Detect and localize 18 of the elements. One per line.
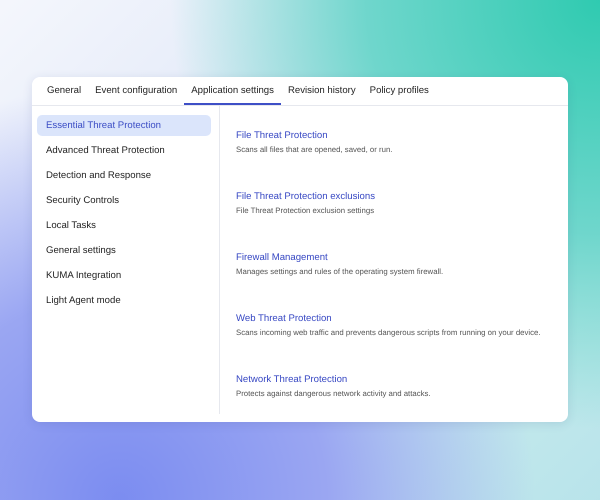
sidebar-item[interactable]: Local Tasks (37, 215, 211, 236)
sidebar-item[interactable]: Light Agent mode (37, 290, 211, 311)
section-link[interactable]: Web Threat Protection (236, 313, 332, 324)
sidebar-item[interactable]: KUMA Integration (37, 265, 211, 286)
sidebar-item[interactable]: Advanced Threat Protection (37, 140, 211, 161)
tab[interactable]: Policy profiles (362, 77, 436, 105)
section-link[interactable]: File Threat Protection exclusions (236, 191, 375, 202)
section-link[interactable]: Network Threat Protection (236, 374, 348, 385)
sidebar-item[interactable]: Essential Threat Protection (37, 115, 211, 136)
tab[interactable]: Application settings (184, 77, 281, 105)
tab[interactable]: General (40, 77, 88, 105)
section-link[interactable]: File Threat Protection (236, 130, 328, 141)
sidebar-item[interactable]: Detection and Response (37, 165, 211, 186)
tab[interactable]: Event configuration (88, 77, 184, 105)
section-link[interactable]: Firewall Management (236, 252, 328, 263)
sidebar-item[interactable]: General settings (37, 240, 211, 261)
sidebar-item[interactable]: Security Controls (37, 190, 211, 211)
tab[interactable]: Revision history (280, 77, 363, 105)
